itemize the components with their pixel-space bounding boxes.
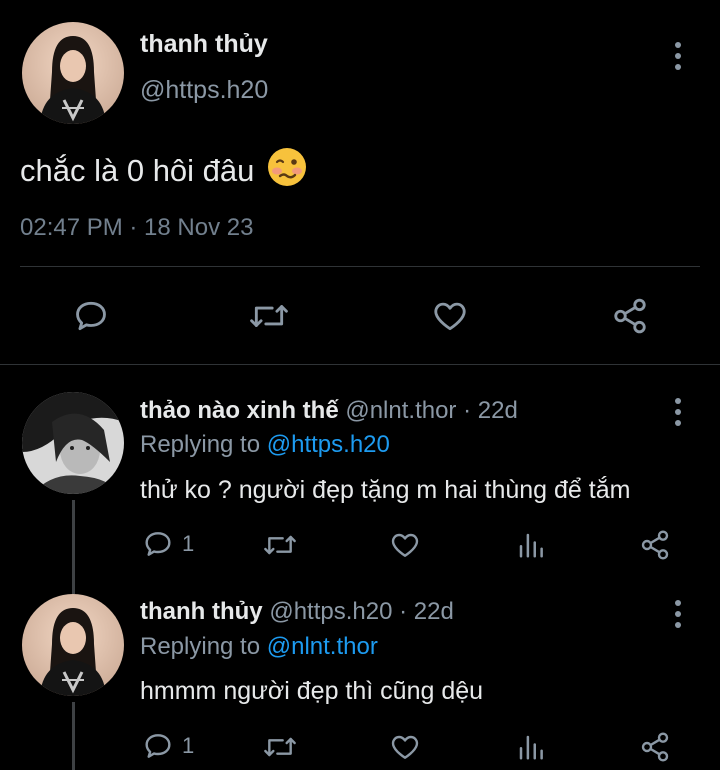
comment-icon [145, 734, 171, 758]
retweet-icon [264, 737, 296, 757]
reply-1-reply-button[interactable]: 1 [142, 528, 194, 560]
reply-1-author-handle[interactable]: @nlnt.thor [345, 397, 456, 424]
heart-icon [434, 302, 466, 331]
reply-1-replying-prefix: Replying to [140, 431, 261, 458]
main-more-menu-icon[interactable] [674, 42, 682, 70]
reply-2-author-name[interactable]: thanh thủy [140, 598, 263, 625]
reply-1-text: thử ko ? người đẹp tặng m hai thùng để t… [140, 476, 631, 504]
reply-1-like-button[interactable] [388, 529, 422, 561]
reply-2-more-menu-icon[interactable] [674, 600, 682, 628]
reply-2-avatar[interactable] [22, 594, 124, 696]
reply-1-reply-count: 1 [182, 531, 195, 556]
main-divider [20, 266, 700, 267]
reply-1-replying-to: Replying to @https.h20 [140, 431, 390, 459]
heart-icon [391, 735, 419, 759]
reply-2-reply-count: 1 [182, 733, 195, 758]
section-divider [0, 364, 720, 365]
reply-2-separator: · [399, 598, 408, 625]
reply-2-retweet-button[interactable] [262, 731, 298, 763]
main-like-button[interactable] [430, 297, 470, 335]
reply-2-reply-button[interactable]: 1 [142, 730, 194, 762]
reply-2-text: hmmm người đẹp thì cũng dệu [140, 677, 484, 705]
reply-2-share-button[interactable] [638, 731, 672, 763]
analytics-icon [519, 533, 543, 558]
reply-2-replying-prefix: Replying to [140, 633, 261, 660]
main-tweet-text-row: chắc là 0 hôi đâu [20, 146, 308, 196]
reply-2-author-handle[interactable]: @https.h20 [269, 598, 392, 625]
reply-2-views-button[interactable] [516, 732, 546, 762]
reply-1-more-menu-icon[interactable] [674, 398, 682, 426]
reply-2-like-button[interactable] [388, 731, 422, 763]
share-icon [641, 530, 669, 560]
comment-icon [145, 532, 171, 556]
reply-1-retweet-button[interactable] [262, 529, 298, 561]
reply-1-replying-link[interactable]: @https.h20 [267, 431, 390, 458]
thread-line [72, 500, 75, 594]
main-author-handle[interactable]: @https.h20 [140, 76, 268, 105]
reply-2-replying-to: Replying to @nlnt.thor [140, 633, 378, 661]
analytics-icon [519, 735, 543, 760]
share-icon [614, 298, 646, 334]
share-icon [641, 732, 669, 762]
main-tweet-timestamp: 02:47 PM · 18 Nov 23 [20, 214, 254, 241]
main-reply-button[interactable] [72, 297, 110, 335]
reply-1-separator: · [463, 397, 472, 424]
reply-1-author-name[interactable]: thảo nào xinh thế [140, 397, 339, 424]
reply-2-header: thanh thủy @https.h20 · 22d [140, 598, 454, 626]
main-tweet-text: chắc là 0 hôi đâu [20, 153, 255, 188]
retweet-icon [264, 535, 296, 555]
reply-2-replying-link[interactable]: @nlnt.thor [267, 633, 378, 660]
retweet-icon [250, 305, 288, 327]
thread-line [72, 702, 75, 770]
main-retweet-button[interactable] [248, 297, 290, 335]
main-author-name[interactable]: thanh thủy [140, 30, 268, 59]
comment-icon [76, 301, 106, 331]
woozy-face-icon [266, 146, 308, 196]
reply-1-views-button[interactable] [516, 530, 546, 560]
reply-1-header: thảo nào xinh thế @nlnt.thor · 22d [140, 397, 518, 425]
reply-2-time: 22d [413, 598, 454, 625]
heart-icon [391, 533, 419, 557]
main-share-button[interactable] [610, 297, 650, 335]
main-avatar[interactable] [22, 22, 124, 124]
reply-1-avatar[interactable] [22, 392, 124, 494]
reply-1-time: 22d [477, 397, 518, 424]
reply-1-share-button[interactable] [638, 529, 672, 561]
